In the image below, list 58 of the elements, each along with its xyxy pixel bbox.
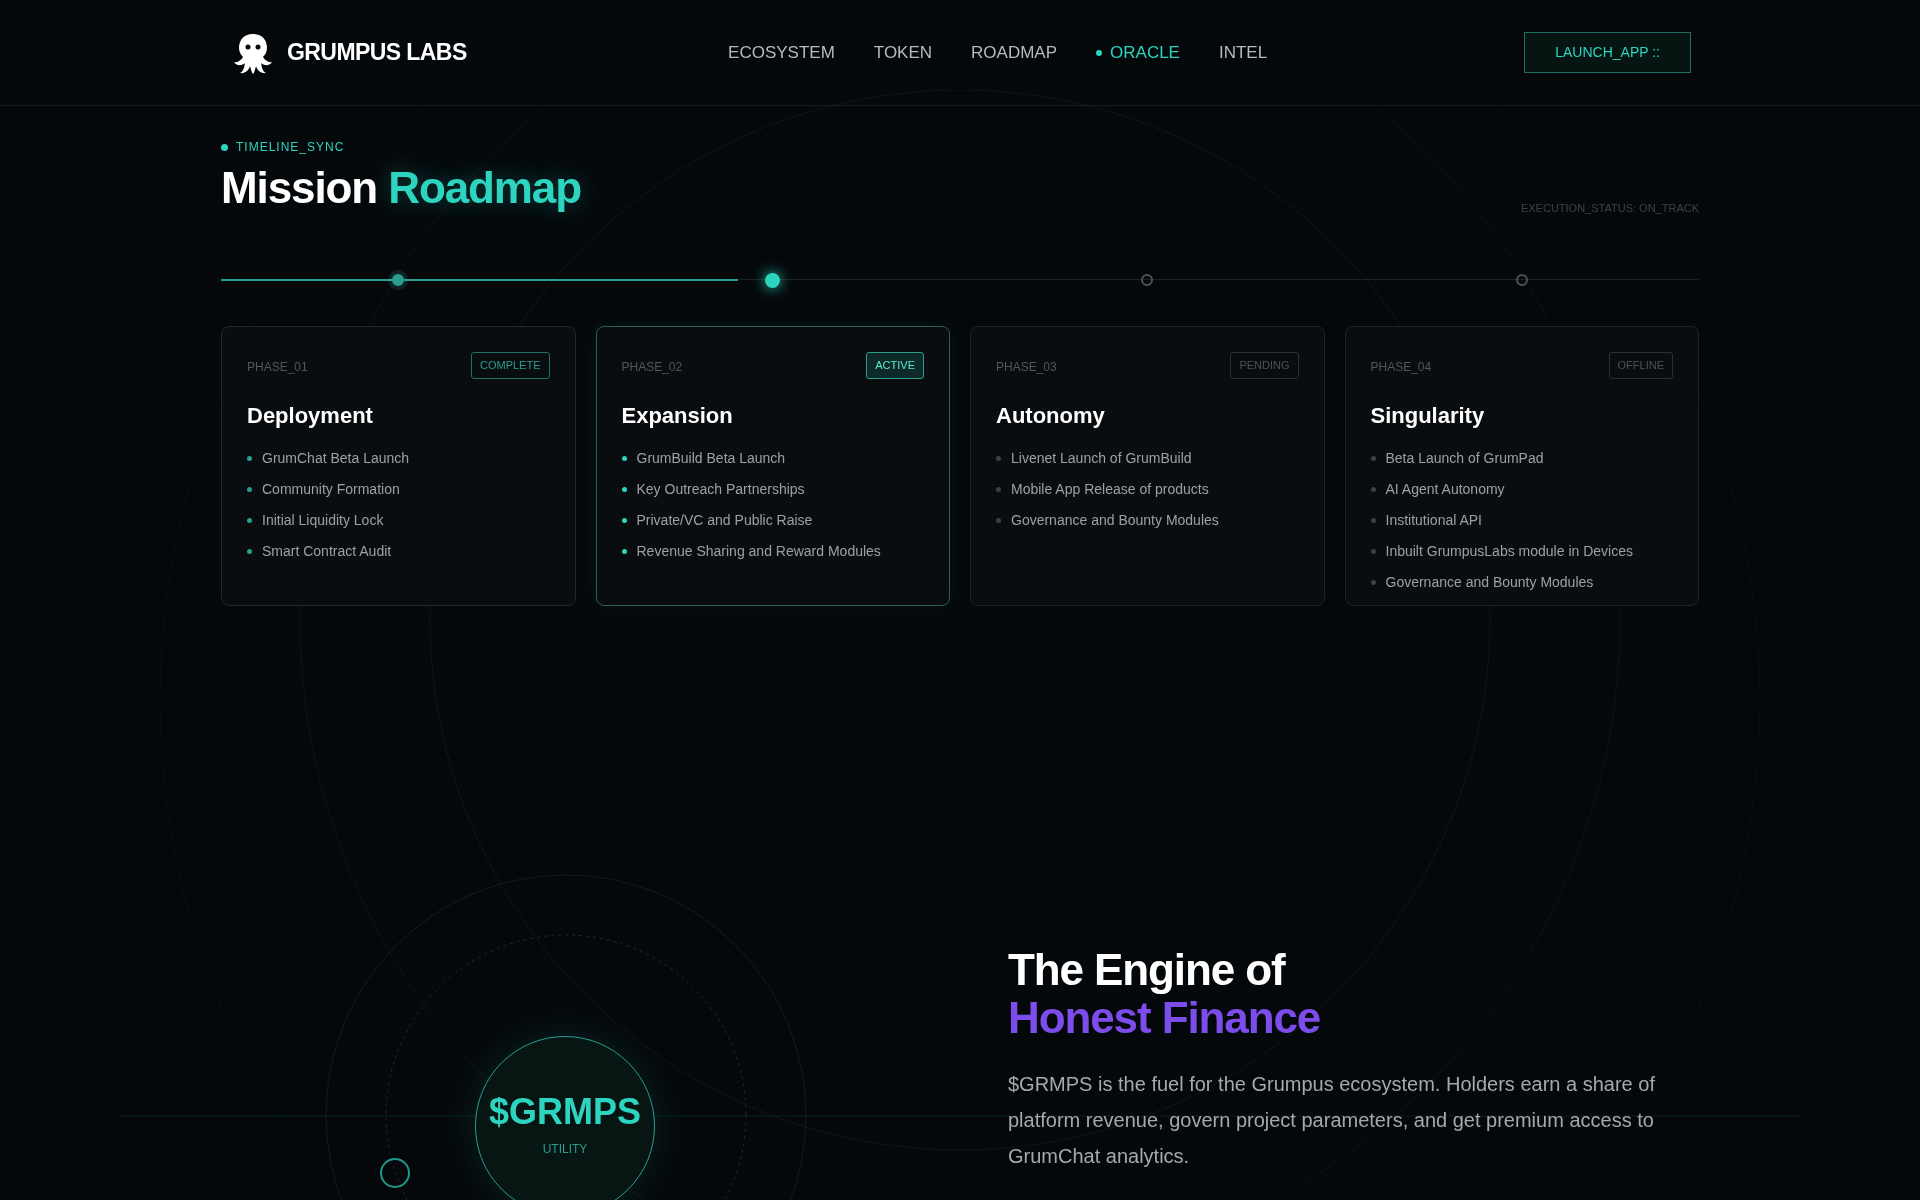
bullet-icon [996,486,1001,492]
bullet-icon [247,548,252,554]
phase-label: PHASE_02 [621,359,683,376]
launch-app-button[interactable]: LAUNCH_APP :: [1524,32,1691,73]
phase-title: Deployment [247,401,374,430]
status-badge: OFFLINE [1608,352,1673,379]
section-eyebrow: TIMELINE_SYNC [236,139,345,156]
brand-name: GRUMPUS LABS [287,38,467,68]
milestone-text: Institutional API [1385,510,1482,530]
milestone-text: Governance and Bounty Modules [1385,572,1594,592]
bullet-icon [996,517,1001,523]
bullet-icon [247,455,252,461]
bullet-icon [621,455,627,461]
milestone-text: Beta Launch of GrumPad [1385,448,1544,468]
bullet-icon [247,486,252,492]
milestone-text: Initial Liquidity Lock [262,510,384,530]
phase-label: PHASE_04 [1370,359,1432,376]
bullet-icon [621,548,627,554]
milestone-text: GrumChat Beta Launch [262,448,410,468]
milestone-text: Key Outreach Partnerships [636,479,805,499]
nav-link[interactable]: ORACLE [1096,39,1180,66]
status-badge: PENDING [1230,352,1299,379]
phase-label: PHASE_03 [996,359,1057,376]
status-badge: COMPLETE [471,352,550,379]
milestone-text: GrumBuild Beta Launch [636,448,786,468]
milestone-text: Smart Contract Audit [262,541,392,561]
phase-label: PHASE_01 [247,359,308,376]
milestone-text: Community Formation [262,479,400,499]
milestone-text: Governance and Bounty Modules [1011,510,1219,530]
status-badge: ACTIVE [866,352,924,379]
nav-link[interactable]: ROADMAP [971,39,1058,66]
section-title: Mission Roadmap [221,166,581,210]
bullet-icon [1370,548,1376,554]
bullet-icon [621,517,627,523]
engine-description: $GRMPS is the fuel for the Grumpus ecosystem. Holders earn a share of platform revenue, govern project parameters, and get premium access to GrumChat analytics. [1008,1072,1656,1169]
bullet-icon [996,455,1001,461]
milestone-text: Private/VC and Public Raise [636,510,813,530]
execution-status: EXECUTION_STATUS: ON_TRACK [1520,200,1699,216]
phase-title: Singularity [1370,401,1486,430]
bullet-icon [247,517,252,523]
nav-link[interactable]: TOKEN [873,39,933,66]
phase-title: Autonomy [996,401,1106,430]
bullet-icon [1370,486,1376,492]
milestone-text: Revenue Sharing and Reward Modules [636,541,881,561]
milestone-text: Mobile App Release of products [1011,479,1209,499]
nav-link[interactable]: ECOSYSTEM [728,39,835,66]
bullet-icon [1370,455,1376,461]
nav-link[interactable]: INTEL [1218,39,1268,66]
token-symbol: $GRMPS [488,1094,641,1130]
token-label: UTILITY [542,1141,588,1158]
engine-headline: The Engine of Honest Finance [1008,946,1322,1042]
milestone-text: Livenet Launch of GrumBuild [1011,448,1192,468]
phase-title: Expansion [621,401,734,430]
bullet-icon [1370,517,1376,523]
milestone-text: AI Agent Autonomy [1385,479,1505,499]
milestone-text: Inbuilt GrumpusLabs module in Devices [1385,541,1633,561]
bullet-icon [1370,579,1376,585]
bullet-icon [621,486,627,492]
